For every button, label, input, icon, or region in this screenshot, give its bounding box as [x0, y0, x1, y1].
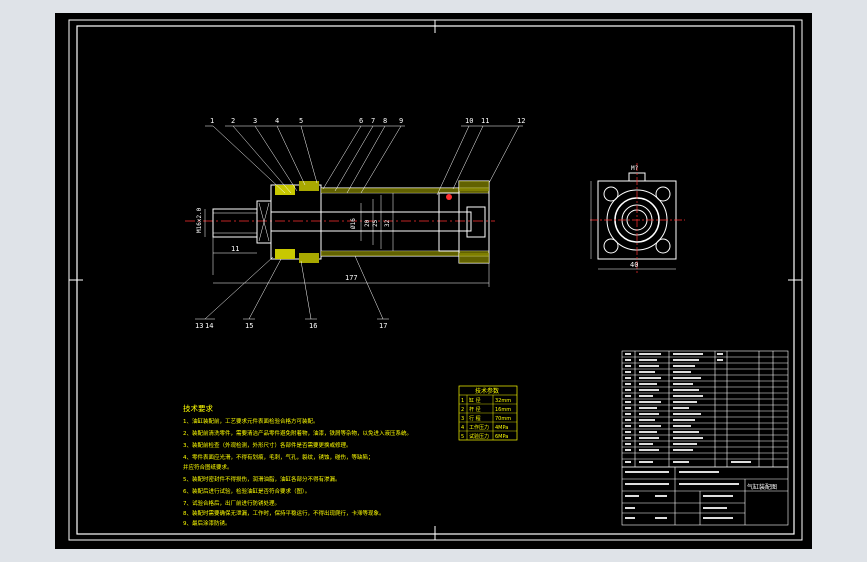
title-block-drawing-name: 气缸装配图: [747, 483, 777, 491]
dim-small: 11: [231, 245, 239, 253]
balloon-1: 1: [210, 117, 214, 125]
dim-thread: M16x2.0: [196, 207, 203, 233]
balloon-9: 9: [399, 117, 403, 125]
cover-hatch-bottom: [275, 249, 295, 259]
bolt-hole-tl: [603, 186, 619, 202]
leaders-bottom: [195, 255, 389, 320]
tech-r3-val: 70mm: [495, 416, 511, 422]
tech-r4-name: 工作压力: [469, 424, 489, 431]
side-dim-top: M?: [631, 165, 639, 172]
balloon-3: 3: [253, 117, 257, 125]
balloon-4: 4: [275, 117, 279, 125]
balloon-10: 10: [465, 117, 473, 125]
balloon-6: 6: [359, 117, 363, 125]
balloon-labels-bottom: 13 14 15 16 17: [195, 322, 387, 330]
piston-seal-top: [446, 194, 452, 200]
tech-r3-no: 3: [461, 416, 464, 422]
balloon-8: 8: [383, 117, 387, 125]
front-cover: [270, 184, 322, 260]
parts-list-text-marks: [625, 353, 751, 463]
side-dim-width: 40: [630, 261, 638, 269]
balloon-16: 16: [309, 322, 317, 330]
dim-dia-4: 32: [384, 219, 391, 227]
bolt-hole-tr: [655, 186, 671, 202]
tech-req-line-7: 6、装配后进行试验，检验油缸是否符合要求（图）。: [183, 487, 310, 495]
tech-r4-no: 4: [461, 425, 464, 431]
tech-req-line-5: 并应符合图纸要求。: [183, 463, 233, 471]
tech-req-line-1: 1、油缸装配前，工艺要求元件表面检验合格方可装配。: [183, 417, 319, 425]
tech-req-title: 技术要求: [183, 403, 213, 413]
nut-hatch-top: [299, 181, 319, 191]
dim-dia-3: 25: [372, 219, 379, 227]
balloon-7: 7: [371, 117, 375, 125]
tech-requirements[interactable]: 技术要求 1、油缸装配前，工艺要求元件表面检验合格方可装配。 2、装配前清洗零件…: [183, 403, 412, 527]
tech-r5-name: 试验压力: [469, 433, 489, 440]
tech-req-line-6: 5、装配时密封件不得损伤，润滑油脂，油缸各部分不得有渗漏。: [183, 475, 341, 483]
bolt-hole-bl: [603, 238, 619, 254]
tech-req-line-4: 4、零件表面应光滑，不得有划痕，毛刺，气孔，裂纹，锈蚀，碰伤，等缺陷；: [183, 453, 374, 461]
title-block-text-marks: [625, 471, 739, 519]
drawing-canvas[interactable]: Ø16 20 25 32 M16x2.0 11 177 1 2 3 4 5 6 …: [55, 13, 812, 549]
drawing-svg: Ø16 20 25 32 M16x2.0 11 177 1 2 3 4 5 6 …: [68, 19, 803, 541]
piston: [438, 192, 460, 252]
tech-r5-val: 6MPa: [495, 434, 508, 440]
tech-req-line-2: 2、装配前清洗零件，需要清洁产品零件避免附着物，油漆，铁屑等杂物，以免进入液压系…: [183, 429, 412, 437]
balloon-15: 15: [245, 322, 253, 330]
rear-hatch-top: [459, 181, 489, 191]
piston-rod: [270, 211, 472, 232]
balloon-13: 13: [195, 322, 203, 330]
balloon-labels-top: 1 2 3 4 5 6 7 8 9 10 11 12: [210, 117, 525, 125]
tech-table-title: 技术参数: [475, 387, 499, 395]
balloon-2: 2: [231, 117, 235, 125]
balloon-12: 12: [517, 117, 525, 125]
cad-viewport: Ø16 20 25 32 M16x2.0 11 177 1 2 3 4 5 6 …: [0, 0, 867, 562]
tech-req-line-10: 9、最后涂漆防锈。: [183, 519, 231, 527]
cylinder-barrel: [320, 187, 490, 257]
balloon-17: 17: [379, 322, 387, 330]
tech-r3-name: 行 程: [469, 415, 481, 422]
dim-dia-1: Ø16: [350, 218, 357, 229]
nut-hatch-bottom: [299, 253, 319, 263]
tech-req-line-3: 3、装配前检查（外观检测，外形尺寸）各部件是否需要更换或修理。: [183, 441, 352, 449]
bolt-hole-br: [655, 238, 671, 254]
balloon-11: 11: [481, 117, 489, 125]
outer-frame: [68, 19, 803, 541]
tech-param-table[interactable]: 技术参数 1 缸 径 32mm 2 杆 径 16mm 3 行 程 70mm 4 …: [458, 385, 518, 441]
tech-req-line-8: 7、试验合格后，出厂前进行防锈处理。: [183, 499, 280, 507]
tech-r1-val: 32mm: [495, 398, 511, 404]
tech-r1-no: 1: [461, 398, 464, 404]
tech-r5-no: 5: [461, 434, 464, 440]
cylinder-section-view[interactable]: Ø16 20 25 32 M16x2.0 11 177 1 2 3 4 5 6 …: [185, 117, 525, 330]
rear-hatch-bottom: [459, 253, 489, 263]
tech-r4-val: 4MPa: [495, 425, 508, 431]
tech-r1-name: 缸 径: [469, 397, 481, 404]
dim-dia-2: 20: [364, 219, 371, 227]
balloon-5: 5: [299, 117, 303, 125]
tech-r2-no: 2: [461, 407, 464, 413]
dim-total: 177: [345, 274, 358, 282]
tech-r2-val: 16mm: [495, 407, 511, 413]
tech-r2-name: 杆 径: [469, 406, 481, 413]
balloon-14: 14: [205, 322, 213, 330]
cylinder-side-view[interactable]: 40 M?: [590, 163, 685, 275]
tech-req-line-9: 8、装配时需要确保无泄漏，工作时，保持平稳运行，不得出现爬行，卡滞等现象。: [183, 509, 385, 517]
